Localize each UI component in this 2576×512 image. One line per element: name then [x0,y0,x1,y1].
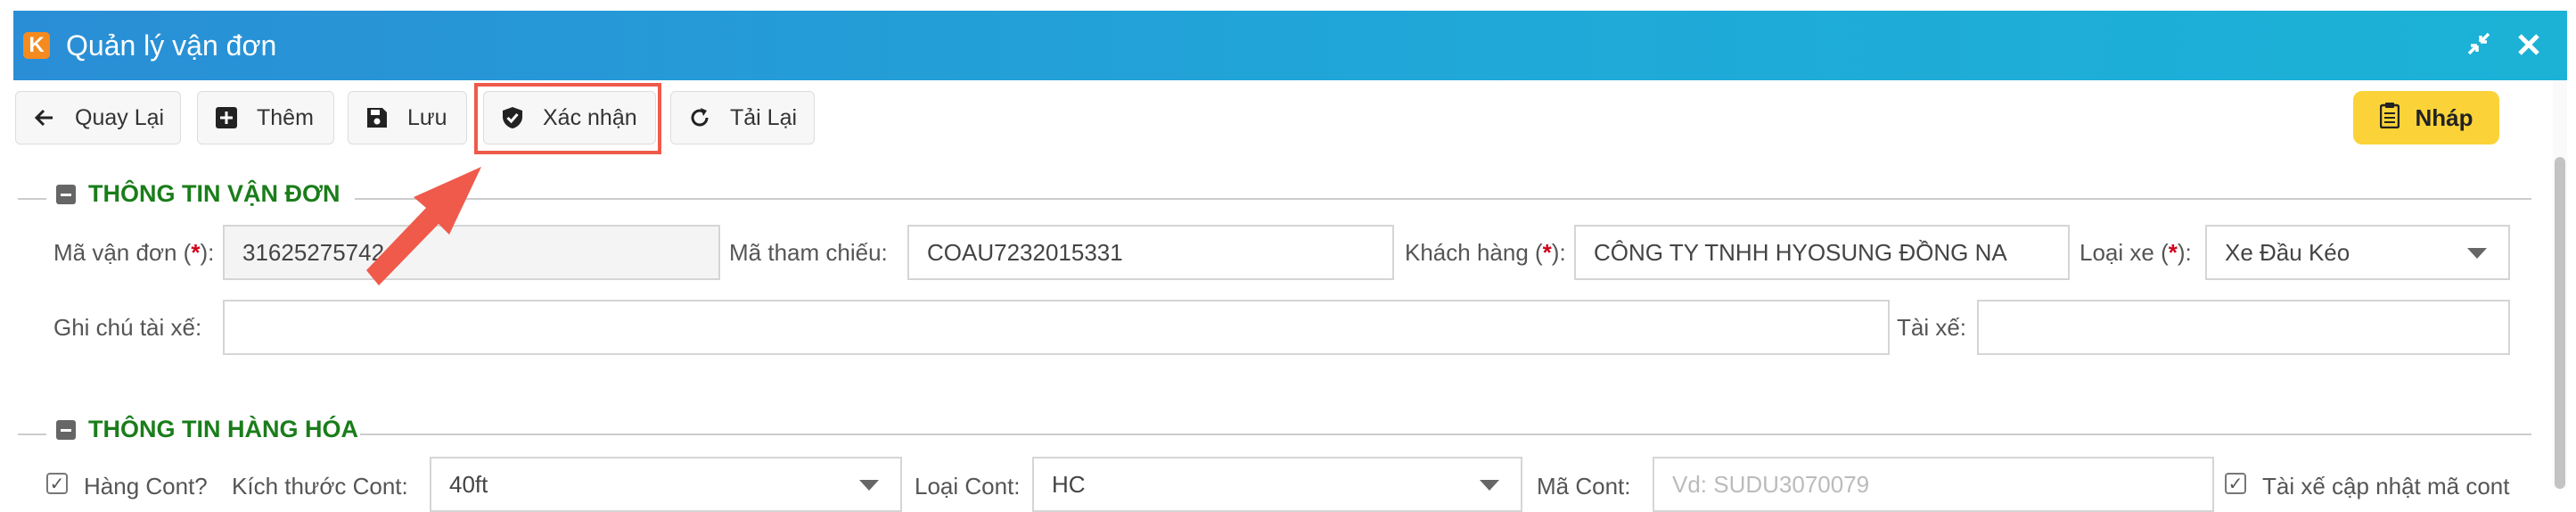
collapse-minus-icon[interactable] [56,419,76,440]
chevron-down-icon [2467,248,2487,259]
section-divider [18,198,46,200]
section-divider [360,434,2531,435]
add-button-label: Thêm [257,104,314,130]
status-badge: Nháp [2353,91,2499,145]
goods-section-header[interactable]: THÔNG TIN HÀNG HÓA [56,416,358,443]
collapse-icon[interactable] [2465,30,2492,62]
cont-goods-checkbox[interactable]: ✓ [46,473,68,494]
status-badge-label: Nháp [2415,103,2473,131]
waybill-label-end: ): [200,239,215,266]
add-button[interactable]: Thêm [197,91,334,145]
required-mark: * [191,239,201,266]
customer-label-end: ): [1551,239,1566,266]
window-controls [2465,30,2540,62]
cont-goods-label: Hàng Cont? [84,473,208,500]
back-button-label: Quay Lại [75,104,165,130]
waybill-label: Mã vận đơn (*): [53,239,214,267]
required-mark: * [2168,239,2178,266]
chevron-down-icon [859,480,879,491]
vehicle-label-text: Loại xe ( [2080,239,2169,266]
cont-size-select[interactable]: 40ft [430,457,902,512]
ref-field[interactable]: COAU7232015331 [907,225,1394,280]
close-icon[interactable] [2517,31,2540,62]
window-titlebar: K Quản lý vận đơn [13,11,2567,80]
save-button-label: Lưu [407,104,447,130]
confirm-highlight-box [474,83,661,154]
window-title: Quản lý vận đơn [66,29,277,62]
chevron-down-icon [1480,480,1499,491]
shipment-section-title: THÔNG TIN VẬN ĐƠN [88,180,340,207]
logo-letter: K [29,33,45,57]
shipment-section-header[interactable]: THÔNG TIN VẬN ĐƠN [56,180,340,208]
section-divider [355,198,2531,200]
waybill-label-text: Mã vận đơn ( [53,239,192,266]
back-button[interactable]: Quay Lại [15,91,181,145]
vehicle-label: Loại xe (*): [2080,239,2192,267]
driver-update-checkbox[interactable]: ✓ [2225,473,2246,494]
cont-size-label: Kích thước Cont: [232,473,408,500]
cont-type-value: HC [1052,470,1086,498]
scrollbar-thumb[interactable] [2555,157,2565,489]
reload-button-label: Tải Lại [730,104,798,130]
reload-button[interactable]: Tải Lại [670,91,815,145]
customer-field[interactable]: CÔNG TY TNHH HYOSUNG ĐỒNG NA [1574,225,2070,280]
customer-label-text: Khách hàng ( [1405,239,1543,266]
app-logo: K [23,32,50,59]
cont-size-value: 40ft [449,470,488,498]
clipboard-icon [2379,102,2400,135]
driver-update-label: Tài xế cập nhật mã cont [2262,473,2510,500]
driver-note-field[interactable] [223,300,1890,355]
cont-code-input[interactable]: Vd: SUDU3070079 [1653,457,2214,512]
vehicle-select[interactable]: Xe Đầu Kéo [2205,225,2510,280]
driver-note-label: Ghi chú tài xế: [53,314,202,341]
vehicle-label-end: ): [2177,239,2192,266]
cont-type-label: Loại Cont: [915,473,1021,500]
goods-section-title: THÔNG TIN HÀNG HÓA [88,416,358,442]
ref-label: Mã tham chiếu: [729,239,888,266]
driver-field[interactable] [1977,300,2510,355]
save-button[interactable]: Lưu [348,91,467,145]
vehicle-select-value: Xe Đầu Kéo [2225,238,2350,266]
refresh-icon [689,107,710,128]
collapse-minus-icon[interactable] [56,184,76,204]
cont-code-label: Mã Cont: [1537,473,1631,500]
required-mark: * [1542,239,1552,266]
arrow-left-icon [34,107,55,128]
customer-label: Khách hàng (*): [1405,239,1566,267]
driver-label: Tài xế: [1897,314,1967,341]
cont-type-select[interactable]: HC [1032,457,1522,512]
floppy-icon [366,107,388,128]
annotation-arrow-icon [366,167,481,285]
section-divider [18,434,46,435]
plus-square-icon [216,107,237,128]
